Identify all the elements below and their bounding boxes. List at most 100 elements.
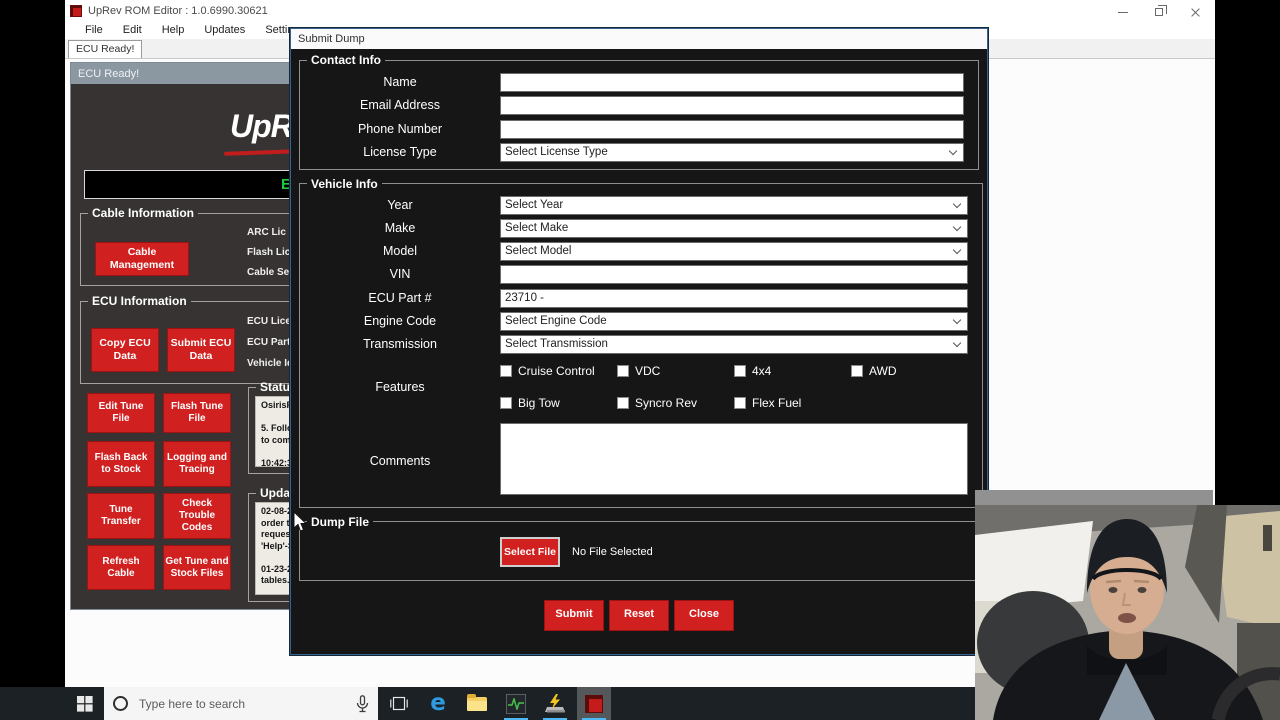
restore-button[interactable] bbox=[1141, 0, 1177, 24]
feature-flex-fuel[interactable]: Flex Fuel bbox=[734, 396, 851, 410]
window-controls bbox=[1105, 0, 1213, 24]
mouse-cursor bbox=[293, 511, 308, 533]
ecu-part-label: ECU Part # bbox=[300, 291, 500, 305]
dialog-titlebar: Submit Dump bbox=[291, 29, 987, 49]
close-button[interactable] bbox=[1177, 0, 1213, 24]
checkbox-icon[interactable] bbox=[617, 397, 629, 409]
check-trouble-codes-button[interactable]: Check Trouble Codes bbox=[163, 493, 231, 539]
search-placeholder: Type here to search bbox=[139, 697, 356, 711]
window-title: UpRev ROM Editor : 1.0.6990.30621 bbox=[88, 5, 268, 17]
uprev-app-icon bbox=[70, 5, 82, 17]
edge-button[interactable] bbox=[421, 687, 455, 720]
flash-tune-file-button[interactable]: Flash Tune File bbox=[163, 393, 231, 433]
feature-4x4[interactable]: 4x4 bbox=[734, 364, 851, 378]
vehicle-info-label: Vehicle Info bbox=[307, 177, 382, 191]
feature-vdc[interactable]: VDC bbox=[617, 364, 734, 378]
vin-input[interactable] bbox=[500, 265, 968, 284]
cortana-search-icon bbox=[113, 696, 128, 711]
cable-info-labels: ARC Lic Flash Lic Cable Seri bbox=[247, 223, 296, 283]
checkbox-icon[interactable] bbox=[500, 397, 512, 409]
submit-dump-dialog: Submit Dump Contact Info Name Email Addr… bbox=[290, 28, 988, 655]
year-value: Select Year bbox=[505, 199, 563, 211]
comments-row: Comments bbox=[300, 423, 968, 500]
menu-help[interactable]: Help bbox=[152, 24, 195, 36]
features-row: Features Cruise Control VDC 4x4 AWD Big … bbox=[300, 364, 968, 410]
select-file-button[interactable]: Select File bbox=[500, 537, 560, 567]
menu-updates[interactable]: Updates bbox=[194, 24, 255, 36]
search-box[interactable]: Type here to search bbox=[104, 687, 378, 720]
transmission-select[interactable]: Select Transmission bbox=[500, 335, 968, 354]
file-explorer-button[interactable] bbox=[460, 687, 494, 720]
uprev-app-icon bbox=[585, 695, 603, 713]
file-explorer-icon bbox=[467, 697, 487, 711]
chevron-down-icon bbox=[953, 338, 961, 346]
get-tune-and-stock-files-button[interactable]: Get Tune and Stock Files bbox=[163, 545, 231, 590]
model-select[interactable]: Select Model bbox=[500, 242, 968, 261]
dialog-body: Contact Info Name Email Address Phone Nu… bbox=[291, 49, 987, 654]
transmission-label: Transmission bbox=[300, 337, 500, 351]
ecu-part-input[interactable] bbox=[500, 289, 968, 308]
dialog-title: Submit Dump bbox=[298, 33, 365, 45]
logging-and-tracing-button[interactable]: Logging and Tracing bbox=[163, 441, 231, 487]
edit-tune-file-button[interactable]: Edit Tune File bbox=[87, 393, 155, 433]
make-select[interactable]: Select Make bbox=[500, 219, 968, 238]
phone-input[interactable] bbox=[500, 120, 964, 139]
chevron-down-icon bbox=[953, 245, 961, 253]
submit-button[interactable]: Submit bbox=[544, 600, 604, 631]
menu-edit[interactable]: Edit bbox=[113, 24, 152, 36]
minimize-button[interactable] bbox=[1105, 0, 1141, 24]
chevron-down-icon bbox=[953, 315, 961, 323]
license-type-select[interactable]: Select License Type bbox=[500, 143, 964, 162]
submit-ecu-data-button[interactable]: Submit ECU Data bbox=[167, 328, 235, 372]
feature-awd[interactable]: AWD bbox=[851, 364, 968, 378]
email-input[interactable] bbox=[500, 96, 964, 115]
logger-app-button[interactable] bbox=[499, 687, 533, 720]
flash-back-to-stock-button[interactable]: Flash Back to Stock bbox=[87, 441, 155, 487]
features-label: Features bbox=[300, 380, 500, 394]
webcam-window-edge bbox=[975, 490, 1213, 505]
reset-button[interactable]: Reset bbox=[609, 600, 669, 631]
contact-info-group: Contact Info Name Email Address Phone Nu… bbox=[299, 53, 979, 170]
task-view-button[interactable] bbox=[382, 687, 416, 720]
checkbox-icon[interactable] bbox=[851, 365, 863, 377]
license-type-label: License Type bbox=[300, 145, 500, 159]
tab-ecu-ready[interactable]: ECU Ready! bbox=[68, 40, 142, 58]
uprev-taskbar-button[interactable] bbox=[577, 687, 611, 720]
dump-file-label: Dump File bbox=[307, 515, 373, 529]
year-label: Year bbox=[300, 198, 500, 212]
feature-syncro-rev[interactable]: Syncro Rev bbox=[617, 396, 734, 410]
chevron-down-icon bbox=[949, 146, 957, 154]
refresh-cable-button[interactable]: Refresh Cable bbox=[87, 545, 155, 590]
comments-label: Comments bbox=[300, 454, 500, 468]
webcam-overlay bbox=[975, 505, 1280, 720]
make-label: Make bbox=[300, 221, 500, 235]
model-value: Select Model bbox=[505, 245, 571, 257]
model-label: Model bbox=[300, 244, 500, 258]
microphone-icon bbox=[356, 695, 369, 713]
feature-cruise-control[interactable]: Cruise Control bbox=[500, 364, 617, 378]
minimize-icon bbox=[1118, 12, 1128, 13]
tune-transfer-button[interactable]: Tune Transfer bbox=[87, 493, 155, 539]
flash-tool-button[interactable] bbox=[538, 687, 572, 720]
comments-textarea[interactable] bbox=[500, 423, 968, 495]
checkbox-icon[interactable] bbox=[500, 365, 512, 377]
menu-file[interactable]: File bbox=[75, 24, 113, 36]
dump-file-group: Dump File Select File No File Selected bbox=[299, 515, 979, 581]
year-select[interactable]: Select Year bbox=[500, 196, 968, 215]
contact-info-label: Contact Info bbox=[307, 53, 385, 67]
engine-code-label: Engine Code bbox=[300, 314, 500, 328]
webcam-video bbox=[975, 505, 1280, 720]
copy-ecu-data-button[interactable]: Copy ECU Data bbox=[91, 328, 159, 372]
engine-code-select[interactable]: Select Engine Code bbox=[500, 312, 968, 331]
task-view-icon bbox=[390, 696, 408, 711]
feature-big-tow[interactable]: Big Tow bbox=[500, 396, 617, 410]
name-input[interactable] bbox=[500, 73, 964, 92]
cable-management-button[interactable]: Cable Management bbox=[95, 242, 189, 276]
ecu-information-label: ECU Information bbox=[88, 294, 191, 308]
checkbox-icon[interactable] bbox=[617, 365, 629, 377]
start-button[interactable] bbox=[68, 687, 102, 720]
checkbox-icon[interactable] bbox=[734, 365, 746, 377]
make-value: Select Make bbox=[505, 222, 568, 234]
checkbox-icon[interactable] bbox=[734, 397, 746, 409]
close-dialog-button[interactable]: Close bbox=[674, 600, 734, 631]
